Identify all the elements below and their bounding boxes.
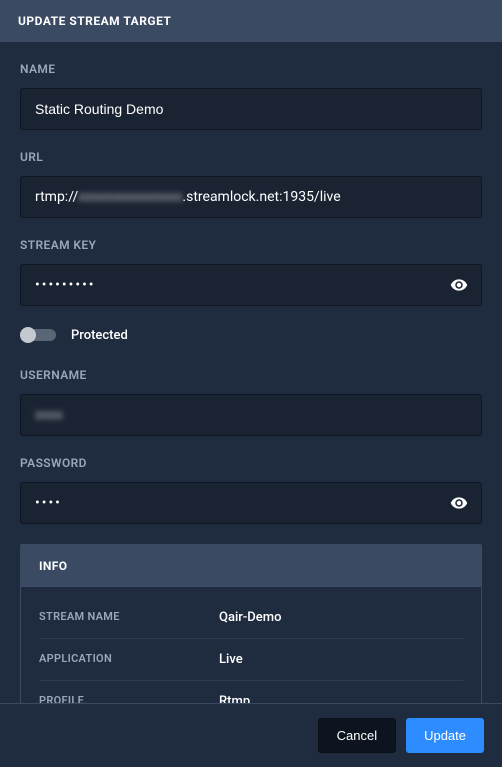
- info-key-profile: PROFILE: [39, 694, 219, 704]
- info-value-profile: Rtmp: [219, 694, 463, 704]
- password-input[interactable]: ••••: [20, 482, 482, 524]
- table-row: APPLICATION Live: [39, 639, 463, 681]
- username-value: xxxx: [35, 407, 63, 423]
- info-value-application: Live: [219, 652, 463, 667]
- protected-row: Protected: [20, 326, 482, 344]
- url-field-group: URL rtmp:// xxxxxxxxxxxxxxx .streamlock.…: [20, 150, 482, 218]
- info-table: STREAM NAME Qair-Demo APPLICATION Live P…: [21, 587, 481, 704]
- name-label: NAME: [20, 62, 482, 76]
- url-prefix: rtmp://: [35, 189, 78, 205]
- url-suffix: .streamlock.net:1935/live: [182, 189, 340, 205]
- password-label: PASSWORD: [20, 456, 482, 470]
- stream-key-field-group: STREAM KEY •••••••••: [20, 238, 482, 306]
- stream-key-label: STREAM KEY: [20, 238, 482, 252]
- modal-footer: Cancel Update: [0, 704, 502, 767]
- modal-header: UPDATE STREAM TARGET: [0, 0, 502, 42]
- eye-icon[interactable]: [450, 276, 468, 294]
- protected-toggle[interactable]: [20, 326, 56, 344]
- password-field-group: PASSWORD ••••: [20, 456, 482, 524]
- name-field-group: NAME: [20, 62, 482, 130]
- info-header: INFO: [21, 545, 481, 587]
- table-row: STREAM NAME Qair-Demo: [39, 597, 463, 639]
- url-input[interactable]: rtmp:// xxxxxxxxxxxxxxx .streamlock.net:…: [20, 176, 482, 218]
- toggle-knob: [20, 327, 36, 343]
- stream-key-input[interactable]: •••••••••: [20, 264, 482, 306]
- info-value-stream-name: Qair-Demo: [219, 610, 463, 625]
- modal-title: UPDATE STREAM TARGET: [18, 14, 171, 28]
- update-stream-target-modal: UPDATE STREAM TARGET NAME URL rtmp:// xx…: [0, 0, 502, 767]
- info-key-stream-name: STREAM NAME: [39, 610, 219, 625]
- username-field-group: USERNAME xxxx: [20, 368, 482, 436]
- cancel-button[interactable]: Cancel: [318, 718, 396, 753]
- table-row: PROFILE Rtmp: [39, 681, 463, 704]
- modal-body: NAME URL rtmp:// xxxxxxxxxxxxxxx .stream…: [0, 42, 502, 704]
- url-label: URL: [20, 150, 482, 164]
- username-label: USERNAME: [20, 368, 482, 382]
- name-input[interactable]: [20, 88, 482, 130]
- info-key-application: APPLICATION: [39, 652, 219, 667]
- url-obscured: xxxxxxxxxxxxxxx: [78, 189, 182, 205]
- update-button[interactable]: Update: [406, 718, 484, 753]
- stream-key-value: •••••••••: [35, 277, 96, 293]
- password-value: ••••: [35, 495, 62, 511]
- eye-icon[interactable]: [450, 494, 468, 512]
- username-input[interactable]: xxxx: [20, 394, 482, 436]
- protected-label: Protected: [71, 328, 128, 343]
- info-panel: INFO STREAM NAME Qair-Demo APPLICATION L…: [20, 544, 482, 704]
